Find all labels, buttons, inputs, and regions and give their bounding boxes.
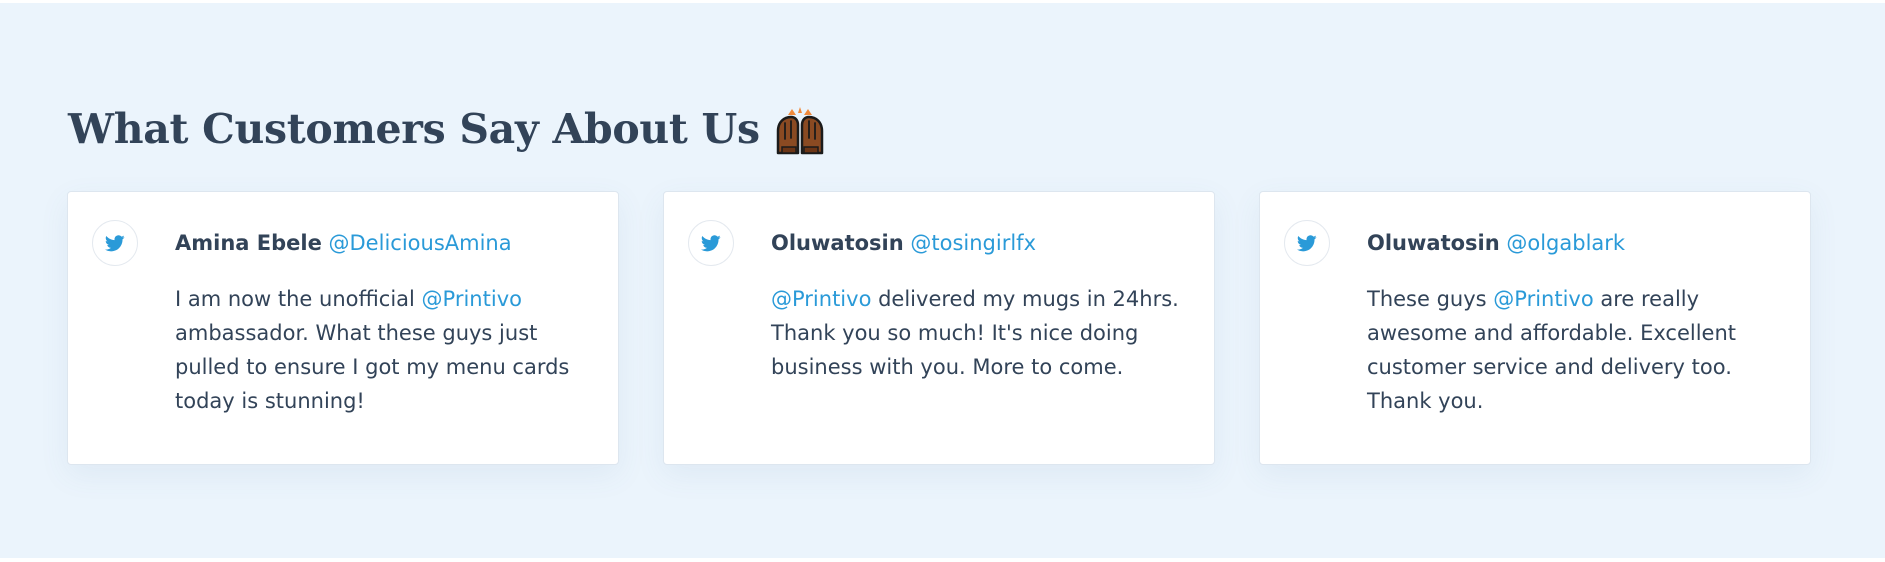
testimonial-text-before: I am now the unofficial: [175, 287, 422, 311]
testimonial-text: These guys @Printivo are really awesome …: [1367, 282, 1787, 418]
testimonial-text: I am now the unofficial @Printivo ambass…: [175, 282, 595, 418]
author-name: Oluwatosin: [1367, 231, 1500, 255]
twitter-badge[interactable]: [92, 220, 138, 266]
testimonials-section: What Customers Say About Us Amina Ebele …: [0, 3, 1885, 558]
testimonial-text: @Printivo delivered my mugs in 24hrs. Th…: [771, 282, 1191, 384]
section-heading-text: What Customers Say About Us: [68, 105, 760, 153]
author-name: Amina Ebele: [175, 231, 322, 255]
mention-link[interactable]: @Printivo: [422, 287, 522, 311]
twitter-badge[interactable]: [688, 220, 734, 266]
card-header: Amina Ebele @DeliciousAmina: [175, 230, 512, 256]
testimonial-text-before: These guys: [1367, 287, 1494, 311]
mention-link[interactable]: @Printivo: [1493, 287, 1593, 311]
testimonial-text-after: ambassador. What these guys just pulled …: [175, 321, 570, 413]
mention-link[interactable]: @Printivo: [771, 287, 871, 311]
twitter-badge[interactable]: [1284, 220, 1330, 266]
twitter-icon: [1297, 234, 1317, 251]
section-heading: What Customers Say About Us: [68, 101, 826, 169]
twitter-icon: [701, 234, 721, 251]
testimonial-card: Oluwatosin @tosingirlfx @Printivo delive…: [663, 191, 1215, 465]
author-name: Oluwatosin: [771, 231, 904, 255]
card-header: Oluwatosin @tosingirlfx: [771, 230, 1036, 256]
testimonial-card: Amina Ebele @DeliciousAmina I am now the…: [67, 191, 619, 465]
author-handle-link[interactable]: @olgablark: [1506, 231, 1625, 255]
twitter-icon: [105, 234, 125, 251]
author-handle-link[interactable]: @DeliciousAmina: [329, 231, 512, 255]
author-handle-link[interactable]: @tosingirlfx: [910, 231, 1036, 255]
card-header: Oluwatosin @olgablark: [1367, 230, 1625, 256]
raised-hands-emoji-icon: [774, 105, 826, 169]
testimonial-card: Oluwatosin @olgablark These guys @Printi…: [1259, 191, 1811, 465]
